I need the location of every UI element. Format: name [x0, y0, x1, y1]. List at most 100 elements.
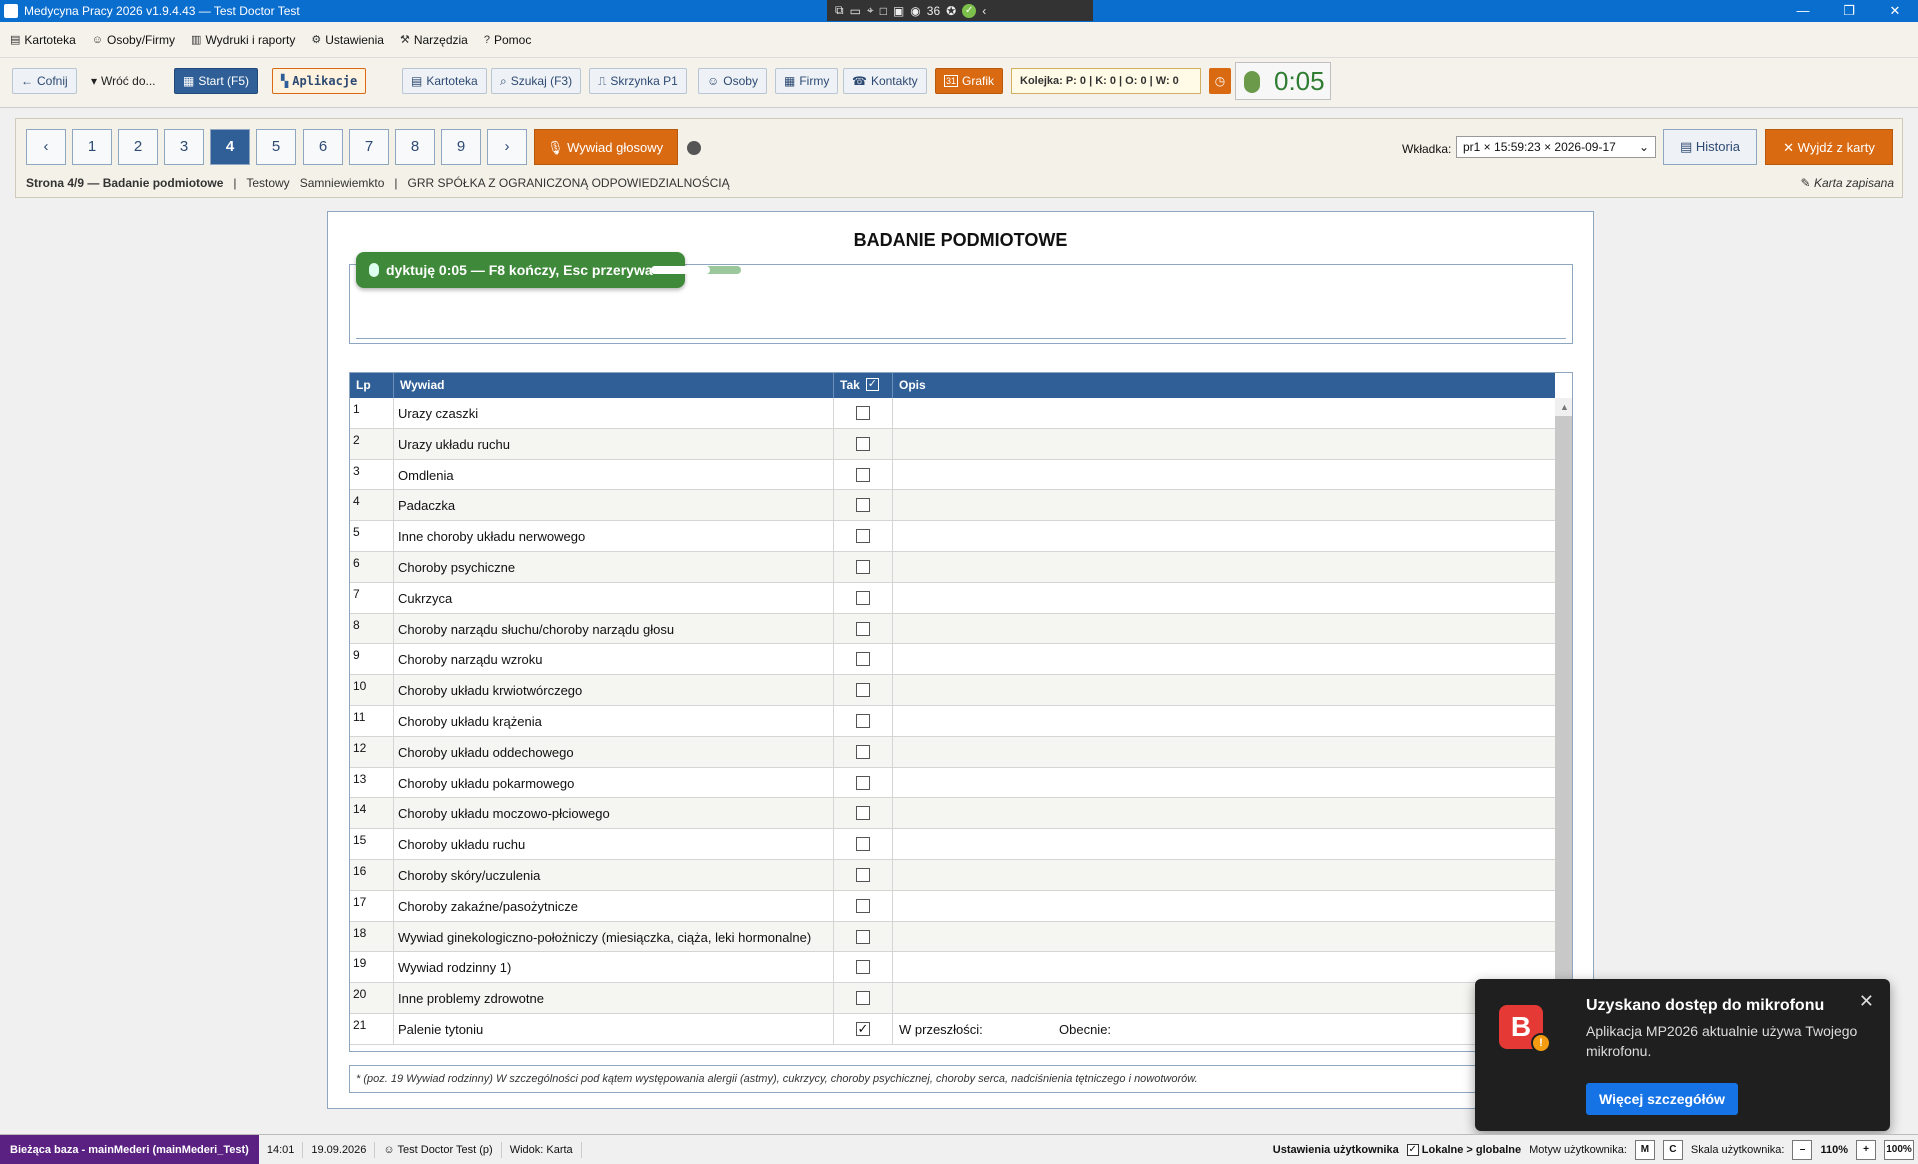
- row-opis[interactable]: [893, 521, 1555, 551]
- page-3[interactable]: 3: [164, 129, 204, 165]
- row-opis[interactable]: [893, 460, 1555, 490]
- search-button[interactable]: ⌕ Szukaj (F3): [491, 68, 582, 94]
- row-opis[interactable]: [893, 983, 1555, 1013]
- menu-narzedzia[interactable]: ⚒ Narzędzia: [400, 33, 468, 47]
- tak-checkbox[interactable]: [856, 867, 870, 882]
- page-8[interactable]: 8: [395, 129, 435, 165]
- clock-icon[interactable]: ◷: [1209, 68, 1231, 94]
- page-9[interactable]: 9: [441, 129, 481, 165]
- monitor-icon[interactable]: ▣: [893, 4, 904, 18]
- tak-checkbox[interactable]: [856, 744, 870, 759]
- theme-m-button[interactable]: M: [1634, 1140, 1655, 1160]
- page-4[interactable]: 4: [210, 129, 250, 165]
- select-all-checkbox[interactable]: ✓: [865, 378, 879, 392]
- row-opis[interactable]: [893, 398, 1555, 428]
- screen-capture-icon[interactable]: ⧉: [835, 3, 844, 18]
- tak-checkbox[interactable]: [856, 436, 870, 451]
- scale-minus-button[interactable]: –: [1792, 1140, 1813, 1160]
- check-icon[interactable]: ✓: [962, 3, 977, 18]
- row-opis[interactable]: [893, 706, 1555, 736]
- tak-checkbox[interactable]: [856, 590, 870, 605]
- col-tak[interactable]: Tak ✓: [834, 373, 893, 398]
- arrow-left-icon[interactable]: ‹: [982, 4, 986, 18]
- menu-ustawienia[interactable]: ⚙ Ustawienia: [311, 33, 384, 47]
- history-button[interactable]: ▤ Historia: [1663, 129, 1757, 165]
- minimize-button[interactable]: —: [1780, 0, 1826, 22]
- accessibility-icon[interactable]: ✪: [946, 4, 956, 18]
- row-opis[interactable]: [893, 552, 1555, 582]
- tak-checkbox[interactable]: [856, 621, 870, 636]
- scroll-up-icon[interactable]: ▲: [1555, 398, 1572, 416]
- row-opis[interactable]: [893, 644, 1555, 674]
- apps-button[interactable]: ▚ Aplikacje: [272, 68, 367, 94]
- local-global-checkbox[interactable]: ✓: [1406, 1144, 1419, 1157]
- row-opis[interactable]: [893, 829, 1555, 859]
- row-opis[interactable]: [893, 768, 1555, 798]
- page-1[interactable]: 1: [72, 129, 112, 165]
- tab-select[interactable]: pr1 × 15:59:23 × 2026-09-17 ⌄: [1456, 136, 1656, 158]
- tak-checkbox[interactable]: [856, 498, 870, 513]
- row-opis[interactable]: [893, 798, 1555, 828]
- back-button[interactable]: ← Cofnij: [12, 68, 77, 94]
- return-to-dropdown[interactable]: ▾ Wróć do...: [82, 68, 165, 94]
- window-icon[interactable]: □: [880, 4, 887, 18]
- tak-checkbox[interactable]: [856, 529, 870, 544]
- page-7[interactable]: 7: [349, 129, 389, 165]
- tak-checkbox[interactable]: [856, 406, 870, 420]
- local-global-toggle[interactable]: ✓ Lokalne > globalne: [1406, 1144, 1521, 1157]
- schedule-button[interactable]: 31 Grafik: [935, 68, 1004, 94]
- tak-checkbox[interactable]: [856, 713, 870, 728]
- tak-checkbox[interactable]: [856, 960, 870, 975]
- tak-checkbox[interactable]: [856, 467, 870, 482]
- tak-checkbox[interactable]: [856, 652, 870, 667]
- table-scrollbar[interactable]: ▲: [1555, 398, 1572, 1051]
- row-opis[interactable]: [893, 922, 1555, 952]
- page-6[interactable]: 6: [303, 129, 343, 165]
- persons-button[interactable]: ☺ Osoby: [698, 68, 767, 94]
- row-opis[interactable]: [893, 490, 1555, 520]
- camera-icon[interactable]: ▭: [850, 4, 861, 18]
- tak-checkbox[interactable]: [856, 898, 870, 913]
- prev-page-button[interactable]: ‹: [26, 129, 66, 165]
- tak-checkbox[interactable]: ✓: [856, 1021, 870, 1036]
- user-settings-link[interactable]: Ustawienia użytkownika: [1273, 1144, 1399, 1156]
- tak-checkbox[interactable]: [856, 559, 870, 574]
- tak-checkbox[interactable]: [856, 991, 870, 1006]
- menu-kartoteka[interactable]: ▤ Kartoteka: [10, 33, 76, 47]
- tak-checkbox[interactable]: [856, 837, 870, 852]
- notification-close-icon[interactable]: ✕: [1859, 991, 1874, 1012]
- inbox-button[interactable]: ⎍ Skrzynka P1: [589, 68, 687, 94]
- maximize-button[interactable]: ❐: [1826, 0, 1872, 22]
- menu-pomoc[interactable]: ? Pomoc: [484, 33, 531, 47]
- tak-checkbox[interactable]: [856, 683, 870, 698]
- tak-checkbox[interactable]: [856, 806, 870, 821]
- menu-wydruki[interactable]: ▥ Wydruki i raporty: [191, 33, 295, 47]
- tak-checkbox[interactable]: [856, 775, 870, 790]
- row-opis[interactable]: [893, 614, 1555, 644]
- next-page-button[interactable]: ›: [487, 129, 527, 165]
- row-opis[interactable]: [893, 675, 1555, 705]
- row-opis[interactable]: [893, 860, 1555, 890]
- page-5[interactable]: 5: [256, 129, 296, 165]
- kartoteka-button[interactable]: ▤ Kartoteka: [402, 68, 487, 94]
- companies-button[interactable]: ▦ Firmy: [775, 68, 839, 94]
- contacts-button[interactable]: ☎ Kontakty: [843, 68, 927, 94]
- more-details-button[interactable]: Więcej szczegółów: [1586, 1083, 1738, 1115]
- voice-interview-button[interactable]: 🎙︎ Wywiad głosowy: [534, 129, 678, 165]
- row-opis[interactable]: [893, 952, 1555, 982]
- start-button[interactable]: ▦ Start (F5): [174, 68, 259, 94]
- row-opis[interactable]: [893, 583, 1555, 613]
- page-2[interactable]: 2: [118, 129, 158, 165]
- row-opis[interactable]: [893, 891, 1555, 921]
- scale-reset-button[interactable]: 100%: [1884, 1140, 1914, 1160]
- row-opis[interactable]: [893, 429, 1555, 459]
- pointer-icon[interactable]: ⌖: [867, 3, 874, 18]
- tak-checkbox[interactable]: [856, 929, 870, 944]
- theme-c-button[interactable]: C: [1662, 1140, 1683, 1160]
- exit-card-button[interactable]: ✕ Wyjdź z karty: [1765, 129, 1893, 165]
- menu-osoby-firmy[interactable]: ☺ Osoby/Firmy: [92, 33, 175, 47]
- close-button[interactable]: ✕: [1872, 0, 1918, 22]
- broadcast-icon[interactable]: ◉: [910, 4, 920, 18]
- scale-plus-button[interactable]: +: [1856, 1140, 1876, 1160]
- row-opis[interactable]: W przeszłości: Obecnie:: [893, 1014, 1555, 1044]
